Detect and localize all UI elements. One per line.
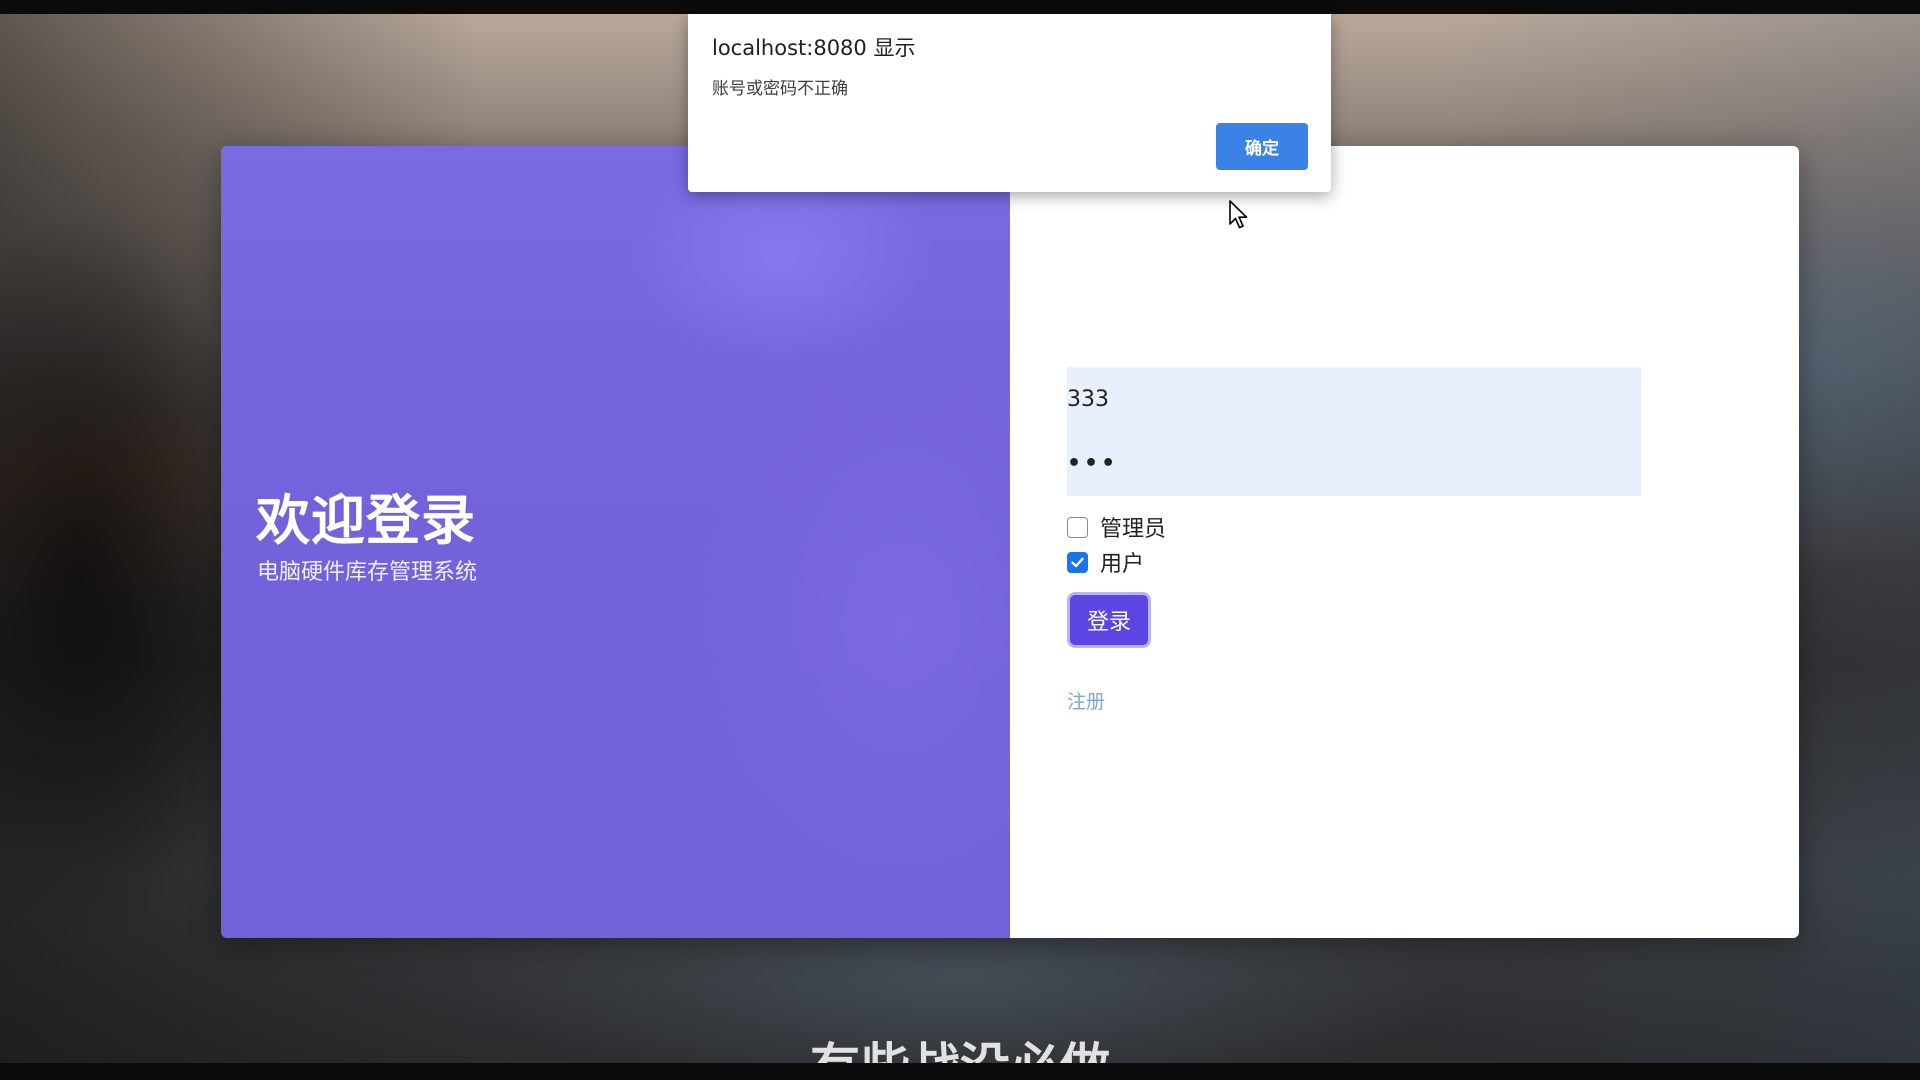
- video-letterbox-bottom: [0, 1063, 1920, 1080]
- role-option-admin[interactable]: 管理员: [1067, 511, 1166, 543]
- role-option-user[interactable]: 用户: [1067, 546, 1144, 578]
- credentials-fields: [1067, 367, 1641, 496]
- checkbox-unchecked-icon[interactable]: [1067, 516, 1088, 538]
- username-input[interactable]: [1067, 383, 1627, 415]
- password-input[interactable]: [1067, 447, 1627, 479]
- welcome-title: 欢迎登录: [256, 489, 476, 552]
- alert-title: localhost:8080 显示: [712, 36, 916, 60]
- login-button[interactable]: 登录: [1067, 592, 1151, 648]
- video-caption: 有些战没必做: [0, 1036, 1920, 1063]
- mouse-pointer-icon: [1229, 200, 1249, 234]
- register-link[interactable]: 注册: [1067, 687, 1105, 714]
- welcome-panel: 欢迎登录 电脑硬件库存管理系统: [221, 146, 1010, 938]
- alert-message: 账号或密码不正确: [712, 79, 848, 99]
- alert-dialog: localhost:8080 显示 账号或密码不正确 确定: [688, 14, 1331, 192]
- video-letterbox-top: [0, 0, 1920, 14]
- checkbox-checked-icon[interactable]: [1067, 551, 1088, 573]
- alert-ok-button[interactable]: 确定: [1216, 123, 1308, 170]
- system-name: 电脑硬件库存管理系统: [257, 560, 478, 585]
- role-label-user: 用户: [1100, 552, 1145, 577]
- role-label-admin: 管理员: [1100, 517, 1167, 542]
- login-card: 欢迎登录 电脑硬件库存管理系统 管理员 用户 登录 注册: [221, 146, 1799, 938]
- login-form-panel: 管理员 用户 登录 注册: [1010, 146, 1799, 938]
